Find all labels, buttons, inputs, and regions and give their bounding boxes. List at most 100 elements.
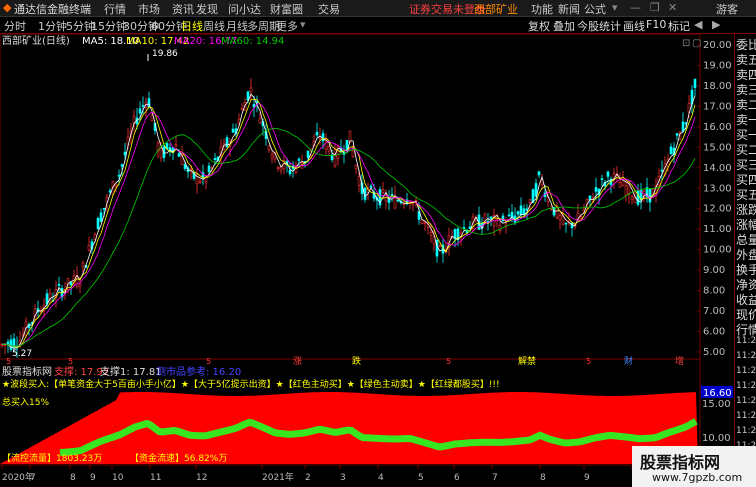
candle-body <box>534 183 538 197</box>
chart-close-icon: ▢ <box>692 38 701 49</box>
prev-icon[interactable]: ◀ <box>694 18 702 31</box>
x-tick-label: 5 <box>418 473 424 483</box>
tool-stats[interactable]: 统计 <box>599 18 621 34</box>
low-label: 5.27 <box>12 349 32 359</box>
watermark-logo: 股票指标网 www.7gpzb.com <box>632 446 756 487</box>
x-tick-label: 3 <box>340 473 346 483</box>
candle-body <box>252 104 256 108</box>
minimize-icon[interactable]: — <box>630 1 641 14</box>
candle-body <box>102 207 106 210</box>
x-tick-label: 12 <box>196 473 207 483</box>
candle-body <box>429 232 433 236</box>
event-up: 涨 <box>293 356 302 367</box>
candle-body <box>69 282 73 286</box>
candle-body <box>306 150 310 158</box>
candle-body <box>276 167 280 169</box>
user-guest[interactable]: 游客 <box>716 1 738 17</box>
period-monthly[interactable]: 月线 <box>226 18 248 34</box>
nav-news[interactable]: 资讯 <box>172 1 194 17</box>
y-tick-label: 17.00 <box>703 101 732 112</box>
tool-overlay[interactable]: 叠加 <box>553 18 575 34</box>
candle-body <box>354 164 358 170</box>
candle-body <box>489 216 493 219</box>
nav-market[interactable]: 市场 <box>138 1 160 17</box>
candle-body <box>594 187 598 192</box>
menu-icon[interactable]: ▾ <box>612 1 618 14</box>
y-tick-label: 16.00 <box>703 122 732 133</box>
tool-draw[interactable]: 画线 <box>623 18 645 34</box>
x-tick-label: 2021年 <box>262 471 294 483</box>
candle-body <box>117 174 121 177</box>
nav-trade[interactable]: 交易 <box>318 1 340 17</box>
nav-discover[interactable]: 发现 <box>196 1 218 17</box>
nav-ask[interactable]: 问小达 <box>228 1 261 17</box>
x-tick-label: 9 <box>584 473 590 483</box>
candle-body <box>675 133 679 136</box>
y-tick-label: 18.00 <box>703 81 732 92</box>
quote-panel-item: 11:29 <box>736 366 756 376</box>
period-1min[interactable]: 1分钟 <box>38 18 67 34</box>
candle-body <box>357 176 361 186</box>
period-15min[interactable]: 15分钟 <box>91 18 127 34</box>
more-chevron-icon[interactable]: ▾ <box>300 18 306 31</box>
sub-y-tick-10: 10.00 <box>702 433 731 444</box>
candle-body <box>516 211 520 215</box>
close-icon[interactable]: ✕ <box>668 1 677 14</box>
candle-body <box>9 339 13 350</box>
x-tick-label: 6 <box>454 473 460 483</box>
quote-panel-item: 11:29 <box>736 336 756 346</box>
x-tick-label: 8 <box>70 473 76 483</box>
candle-body <box>438 245 442 248</box>
candle-body <box>177 153 181 157</box>
candle-body <box>198 180 202 183</box>
chart-area[interactable]: 西部矿业(日线) MA5: 18.10 MA10: 17.42 MA20: 16… <box>0 34 734 487</box>
candle-body <box>270 154 274 159</box>
quote-panel-item: 11:29 <box>736 411 756 421</box>
nav-wealth[interactable]: 财富圈 <box>270 1 303 17</box>
y-tick-label: 19.00 <box>703 60 732 71</box>
next-icon[interactable]: ▶ <box>712 18 720 31</box>
tool-f10[interactable]: F10 <box>646 18 666 31</box>
candle-body <box>159 147 163 159</box>
restore-icon[interactable]: ❐ <box>650 1 660 14</box>
period-daily[interactable]: 日线 <box>181 18 203 34</box>
candle-body <box>96 218 100 230</box>
candle-body <box>327 146 331 152</box>
event-down: 跌 <box>352 356 361 367</box>
candle-body <box>381 189 385 193</box>
quote-panel-item: 11:29 <box>736 381 756 391</box>
signal-mark: 5 <box>68 357 73 366</box>
event-unlock: 解禁 <box>518 355 536 367</box>
candle-body <box>267 145 271 150</box>
candle-body <box>624 185 628 196</box>
period-timeshare[interactable]: 分时 <box>4 18 26 34</box>
event-add: 增 <box>675 355 684 367</box>
candle-body <box>141 105 145 107</box>
candle-body <box>423 222 427 224</box>
nav-quotes[interactable]: 行情 <box>104 1 126 17</box>
y-tick-label: 20.00 <box>703 40 732 51</box>
main-y-axis: 20.00 19.00 18.00 17.00 16.00 15.00 14.00 13.00… <box>697 40 732 358</box>
reference-label: 测市品参考: 16.20 <box>156 365 241 378</box>
candle-body <box>183 164 187 169</box>
sub-price-value: 16.60 <box>703 388 732 399</box>
event-finance: 财 <box>624 355 633 367</box>
x-tick-label: 9 <box>90 473 96 483</box>
menu-formula[interactable]: 公式 <box>584 1 606 17</box>
tool-today[interactable]: 今股 <box>577 18 599 34</box>
menu-news[interactable]: 新闻 <box>558 1 580 17</box>
candle-body <box>396 199 400 202</box>
tool-mark[interactable]: 标记 <box>668 18 690 34</box>
menu-function[interactable]: 功能 <box>531 1 553 17</box>
candle-body <box>213 158 217 161</box>
candle-body <box>669 146 673 155</box>
candle-body <box>693 78 697 88</box>
y-tick-label: 13.00 <box>703 183 732 194</box>
candle-body <box>681 121 685 132</box>
period-weekly[interactable]: 周线 <box>203 18 225 34</box>
tool-restore-right[interactable]: 复权 <box>528 18 550 34</box>
period-more[interactable]: 更多 <box>276 18 298 34</box>
sub-legend: ★波段买入:【单笔资金大于5百亩小手小亿】★【大于5亿提示出资】★【红色主动买】… <box>2 378 500 390</box>
candle-body <box>600 178 604 180</box>
signal-mark: 5 <box>446 357 451 366</box>
